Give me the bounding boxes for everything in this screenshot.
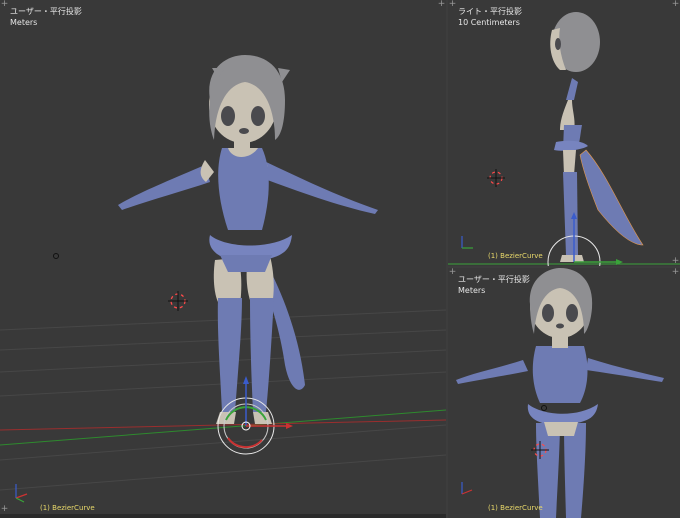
viewport-bottom-right-corner-tr[interactable]: +	[671, 268, 680, 277]
viewport-main-corner-tr[interactable]: +	[437, 0, 446, 9]
lamp-icon[interactable]	[541, 405, 547, 411]
character-model-front[interactable]	[456, 268, 664, 518]
viewport-right-scene[interactable]	[448, 0, 680, 266]
axis-gizmo-icon	[461, 482, 473, 495]
cursor-3d-icon[interactable]	[168, 291, 188, 311]
viewport-main-corner-bl[interactable]: +	[0, 505, 9, 514]
viewport-main-header-bar	[0, 514, 446, 518]
character-model[interactable]	[118, 55, 378, 424]
lamp-icon[interactable]	[53, 253, 59, 259]
viewport-right-corner-tr[interactable]: +	[671, 0, 680, 9]
viewport-right-corner-br[interactable]: +	[671, 257, 680, 266]
viewport-right-corner-tl[interactable]: +	[448, 0, 457, 9]
axis-gizmo-icon	[15, 484, 28, 503]
viewport-bottom-right[interactable]: ユーザー・平行投影 Meters (1) BezierCurve + +	[448, 268, 680, 518]
cursor-3d-icon[interactable]	[487, 169, 505, 187]
viewport-bottom-right-unit: Meters	[458, 286, 486, 295]
axis-gizmo-icon	[461, 236, 473, 249]
viewport-main-scene[interactable]	[0, 0, 446, 518]
viewport-main[interactable]: ユーザー・平行投影 Meters (1) BezierCurve + + +	[0, 0, 446, 518]
viewport-right-title: ライト・平行投影	[458, 7, 522, 16]
viewport-right-unit: 10 Centimeters	[458, 18, 520, 27]
viewport-bottom-right-title: ユーザー・平行投影	[458, 275, 530, 284]
character-model-side[interactable]	[550, 12, 644, 262]
viewport-bottom-right-scene[interactable]	[448, 268, 680, 518]
viewport-main-title: ユーザー・平行投影	[10, 7, 82, 16]
viewport-right-object-label: (1) BezierCurve	[488, 252, 543, 260]
viewport-bottom-right-corner-tl[interactable]: +	[448, 268, 457, 277]
viewport-main-object-label: (1) BezierCurve	[40, 504, 95, 512]
viewport-main-corner-tl[interactable]: +	[0, 0, 9, 9]
viewport-right[interactable]: ライト・平行投影 10 Centimeters (1) BezierCurve …	[448, 0, 680, 266]
viewport-bottom-right-object-label: (1) BezierCurve	[488, 504, 543, 512]
viewport-main-unit: Meters	[10, 18, 38, 27]
